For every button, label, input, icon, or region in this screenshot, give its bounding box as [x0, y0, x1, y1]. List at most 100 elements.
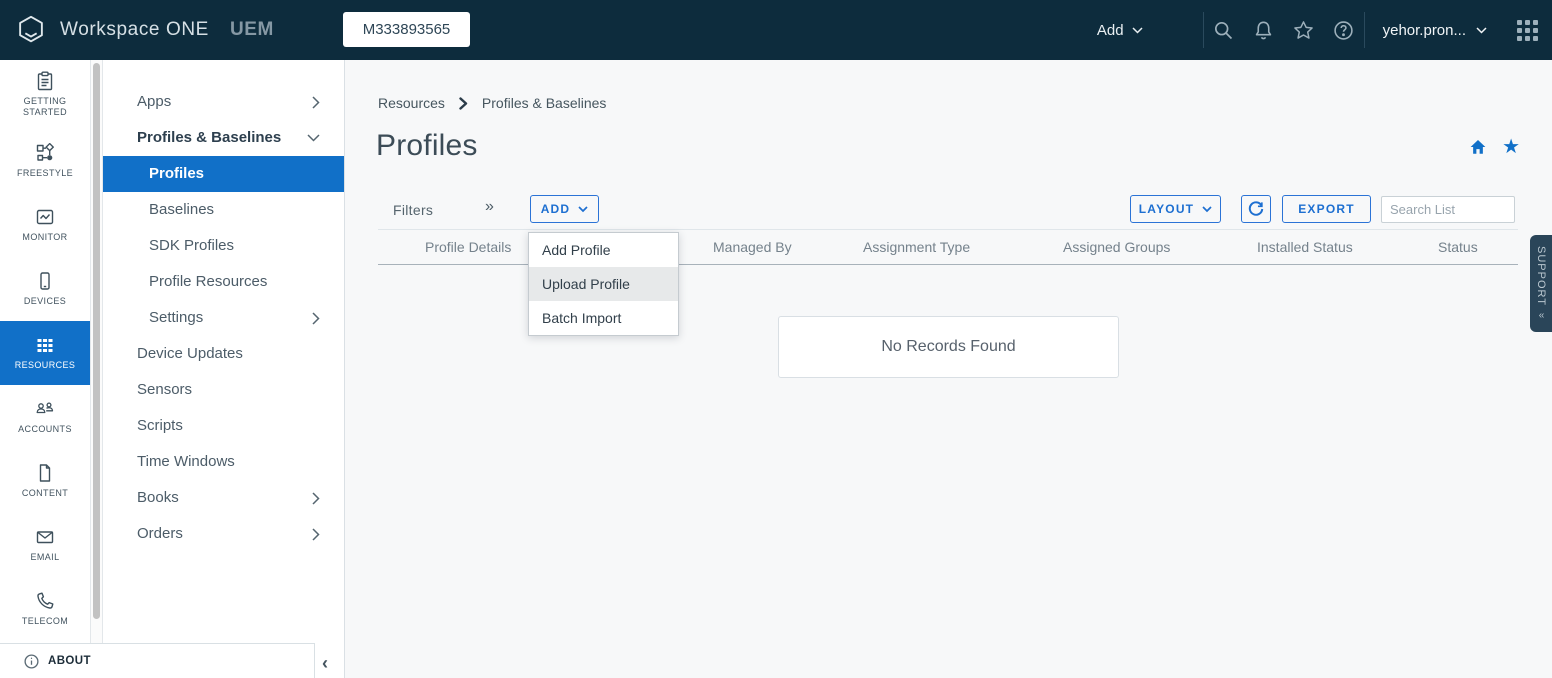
icon-rail: GETTING STARTED FREESTYLE MONITOR DEVICE… [0, 60, 90, 678]
rail-item-content[interactable]: CONTENT [0, 449, 90, 513]
add-button-label: ADD [541, 202, 571, 216]
sidebar-item-sdk-profiles[interactable]: SDK Profiles [103, 228, 344, 264]
clipboard-icon [35, 71, 55, 91]
chevron-left-double-icon: « [1539, 310, 1544, 321]
sidebar-item-orders[interactable]: Orders [103, 516, 344, 552]
chevron-right-icon [312, 516, 320, 552]
chevron-down-icon [1202, 206, 1212, 213]
rail-item-accounts[interactable]: ACCOUNTS [0, 385, 90, 449]
rail-item-monitor[interactable]: MONITOR [0, 193, 90, 257]
search-list-input[interactable] [1381, 196, 1515, 223]
workspace-one-logo-icon[interactable] [14, 13, 48, 47]
star-icon[interactable] [1284, 0, 1324, 60]
people-icon [34, 399, 56, 419]
app-grid-icon[interactable] [1517, 20, 1538, 41]
chevron-down-icon [578, 206, 588, 213]
header-actions: Add yehor.pron... [1097, 0, 1538, 60]
sidebar-item-profile-resources[interactable]: Profile Resources [103, 264, 344, 300]
sidebar-item-label: Time Windows [137, 453, 235, 470]
rail-item-label: RESOURCES [15, 360, 76, 371]
menu-item-batch-import[interactable]: Batch Import [529, 301, 678, 335]
favorite-star-icon[interactable]: ★ [1502, 138, 1520, 156]
support-tab-label: SUPPORT [1535, 246, 1547, 306]
breadcrumb-chevron-icon [459, 97, 468, 110]
freestyle-icon [35, 143, 55, 163]
page-quick-actions: ★ [1469, 138, 1520, 156]
chevron-right-icon [312, 84, 320, 120]
sidebar-item-apps[interactable]: Apps [103, 84, 344, 120]
sidebar-item-profiles-baselines[interactable]: Profiles & Baselines [103, 120, 344, 156]
bell-icon[interactable] [1244, 0, 1284, 60]
sidebar-item-label: Orders [137, 525, 183, 542]
sidebar-item-settings[interactable]: Settings [103, 300, 344, 336]
header-add-menu[interactable]: Add [1097, 22, 1143, 39]
sidebar-item-label: Apps [137, 93, 171, 110]
support-tab[interactable]: SUPPORT « [1530, 235, 1552, 332]
rail-scrollbar [90, 60, 103, 644]
brand-name: Workspace ONE [60, 19, 209, 41]
sidebar-item-scripts[interactable]: Scripts [103, 408, 344, 444]
sidebar-item-time-windows[interactable]: Time Windows [103, 444, 344, 480]
empty-state: No Records Found [778, 316, 1119, 378]
sidebar-item-label: Baselines [149, 201, 214, 218]
filters-toggle[interactable]: Filters [393, 202, 433, 218]
brand: Workspace ONE UEM [14, 0, 274, 60]
rail-item-freestyle[interactable]: FREESTYLE [0, 129, 90, 193]
username: yehor.pron... [1383, 22, 1466, 39]
brand-suffix: UEM [230, 19, 274, 41]
rail-item-resources[interactable]: RESOURCES [0, 321, 90, 385]
breadcrumb: Resources Profiles & Baselines [378, 95, 606, 111]
column-header-assignment-type: Assignment Type [863, 239, 1063, 255]
breadcrumb-profiles-baselines[interactable]: Profiles & Baselines [482, 95, 607, 111]
sidebar-item-label: Profile Resources [149, 273, 267, 290]
rail-item-telecom[interactable]: TELECOM [0, 577, 90, 641]
rail-item-email[interactable]: EMAIL [0, 513, 90, 577]
sidebar-collapse-icon[interactable]: ‹ [322, 653, 328, 674]
column-header-assigned-groups: Assigned Groups [1063, 239, 1257, 255]
home-icon[interactable] [1469, 138, 1487, 156]
menu-item-upload-profile[interactable]: Upload Profile [529, 267, 678, 301]
empty-state-message: No Records Found [881, 338, 1015, 356]
sidebar-item-label: Profiles & Baselines [137, 129, 281, 146]
rail-item-label: EMAIL [30, 552, 59, 563]
sidebar-item-label: Device Updates [137, 345, 243, 362]
export-button[interactable]: EXPORT [1282, 195, 1371, 223]
header-add-label: Add [1097, 22, 1124, 39]
sidebar-item-baselines[interactable]: Baselines [103, 192, 344, 228]
document-icon [35, 463, 55, 483]
export-button-label: EXPORT [1298, 202, 1355, 216]
envelope-icon [35, 527, 55, 547]
refresh-button[interactable] [1241, 195, 1271, 223]
column-header-managed-by: Managed By [713, 239, 863, 255]
info-icon [24, 654, 39, 669]
filters-expand-icon[interactable]: » [485, 198, 494, 216]
monitor-chart-icon [35, 207, 55, 227]
sidebar-item-label: Settings [149, 309, 203, 326]
sidebar-item-label: SDK Profiles [149, 237, 234, 254]
add-button[interactable]: ADD [530, 195, 599, 223]
breadcrumb-resources[interactable]: Resources [378, 95, 445, 111]
resources-sidebar: Apps Profiles & Baselines Profiles Basel… [103, 60, 345, 678]
about-link[interactable]: ABOUT [0, 643, 315, 678]
search-icon[interactable] [1204, 0, 1244, 60]
rail-item-devices[interactable]: DEVICES [0, 257, 90, 321]
about-label: ABOUT [48, 655, 91, 667]
rail-item-label: GETTING STARTED [12, 96, 78, 118]
rail-item-label: ACCOUNTS [18, 424, 72, 435]
sidebar-item-books[interactable]: Books [103, 480, 344, 516]
sidebar-item-device-updates[interactable]: Device Updates [103, 336, 344, 372]
chevron-down-icon [1476, 27, 1487, 34]
organization-group-button[interactable]: M333893565 [343, 12, 470, 47]
chevron-right-icon [312, 300, 320, 336]
user-menu[interactable]: yehor.pron... [1383, 22, 1487, 39]
rail-item-getting-started[interactable]: GETTING STARTED [0, 60, 90, 129]
layout-button[interactable]: LAYOUT [1130, 195, 1221, 223]
sidebar-item-sensors[interactable]: Sensors [103, 372, 344, 408]
menu-item-add-profile[interactable]: Add Profile [529, 233, 678, 267]
rail-scrollbar-thumb[interactable] [93, 63, 100, 619]
chevron-down-icon [307, 120, 320, 156]
phone-icon [35, 591, 55, 611]
help-icon[interactable] [1324, 0, 1364, 60]
add-dropdown-menu: Add Profile Upload Profile Batch Import [528, 232, 679, 336]
sidebar-item-profiles[interactable]: Profiles [103, 156, 344, 192]
